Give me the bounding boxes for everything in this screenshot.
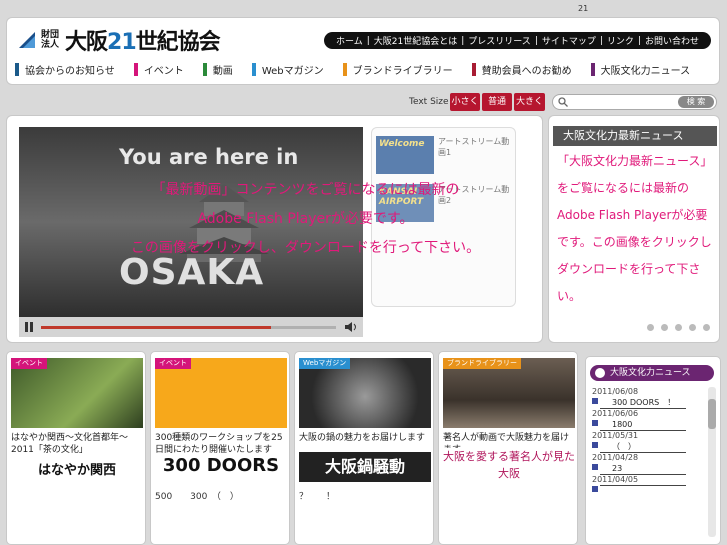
card-tag: ブランドライブラリー	[443, 358, 521, 369]
video-title: You are here in	[119, 145, 299, 169]
page-number: 21	[578, 4, 589, 13]
volume-icon[interactable]	[345, 322, 357, 332]
pause-icon[interactable]	[25, 322, 33, 332]
video-panel[interactable]: You are here in OSAKA Welcome アートストリーム動画…	[6, 115, 543, 343]
card-caption: はなやか関西～文化首都年～2011「茶の文化」	[11, 433, 129, 455]
top-navigation: ホーム | 大阪21世紀協会とは | プレスリリース | サイトマップ | リンク | お…	[323, 32, 711, 49]
text-size-label: Text Size	[409, 97, 449, 107]
video-progress-fill	[41, 326, 272, 329]
card-footer: ？ ！	[299, 492, 336, 502]
video-progress-bar[interactable]	[41, 326, 336, 329]
category-supporting-members[interactable]: 賛助会員へのお勧め	[471, 62, 572, 77]
card-tag: Webマガジン	[299, 358, 351, 369]
text-size-large-button[interactable]: 大きく	[514, 93, 545, 111]
search-box[interactable]: 検 索	[552, 94, 717, 110]
video-controls	[19, 317, 363, 337]
thumb-label: アートストリーム動画1	[438, 137, 510, 157]
logo-small-text: 財団法人	[41, 30, 60, 50]
site-logo[interactable]: 財団法人 大阪21世紀協会	[17, 26, 221, 55]
flash-required-message[interactable]: 「最新動画」コンテンツをご覧になるには最新の Adobe Flash Playe…	[7, 176, 542, 263]
category-video[interactable]: 動画	[202, 62, 233, 77]
video-thumb-1[interactable]: Welcome アートストリーム動画1	[376, 136, 512, 174]
logo-title: 大阪21世紀協会	[65, 30, 221, 55]
content-card[interactable]: ブランドライブラリー 著名人が動画で大阪魅力を届けます 大阪を愛する著名人が見た…	[438, 351, 578, 545]
category-webmagazine[interactable]: Webマガジン	[251, 62, 324, 77]
search-icon	[558, 97, 568, 107]
card-tag: イベント	[11, 358, 47, 369]
nav-about[interactable]: 大阪21世紀協会とは	[370, 34, 461, 47]
category-navigation: 協会からのお知らせ イベント 動画 Webマガジン ブランドライブラリー 賛助会…	[15, 62, 709, 77]
culture-news-list: 大阪文化力ニュース 2011/06/08 300 DOORS ！ 2011/06/…	[585, 356, 721, 545]
nav-contact[interactable]: お問い合わせ	[641, 34, 703, 47]
culture-news-heading: 大阪文化力最新ニュース	[553, 126, 717, 146]
scrollbar-thumb[interactable]	[708, 399, 716, 429]
news-scrollbar[interactable]	[708, 387, 716, 537]
card-logo: 300 DOORS	[155, 454, 287, 484]
content-card[interactable]: イベント 300種類のワークショップを25日間にわたり開催いたします 300 D…	[150, 351, 290, 545]
category-culture-news[interactable]: 大阪文化力ニュース	[590, 62, 690, 77]
news-list: 2011/06/08 300 DOORS ！ 2011/06/06 1800 201…	[590, 387, 702, 497]
content-card[interactable]: Webマガジン 大阪の鍋の魅力をお届けします 大阪鍋騒動 ？ ！	[294, 351, 434, 545]
card-caption: 300種類のワークショップを25日間にわたり開催いたします	[155, 433, 283, 455]
carousel-dot[interactable]	[703, 324, 710, 331]
text-size-normal-button[interactable]: 普通	[482, 93, 512, 111]
nav-home[interactable]: ホーム	[332, 34, 367, 47]
news-item[interactable]: 2011/04/28 23	[590, 453, 702, 475]
card-logo: 大阪鍋騒動	[299, 452, 431, 482]
carousel-dot[interactable]	[661, 324, 668, 331]
carousel-dots	[647, 324, 717, 331]
carousel-dot[interactable]	[647, 324, 654, 331]
culture-news-panel[interactable]: 大阪文化力最新ニュース 「大阪文化力最新ニュース」をご覧になるには最新のAdob…	[548, 115, 720, 343]
card-footer: 500 300 （ ）	[155, 492, 239, 502]
card-logo: はなやか関西	[11, 456, 143, 486]
content-card[interactable]: イベント はなやか関西～文化首都年～2011「茶の文化」 はなやか関西	[6, 351, 146, 545]
category-event[interactable]: イベント	[133, 62, 184, 77]
site-header: 財団法人 大阪21世紀協会 ホーム | 大阪21世紀協会とは | プレスリリース | …	[6, 17, 720, 85]
thumb-image: Welcome	[376, 136, 434, 174]
news-item[interactable]: 2011/06/08 300 DOORS ！	[590, 387, 702, 409]
culture-news-list-heading[interactable]: 大阪文化力ニュース	[590, 365, 714, 381]
carousel-dot[interactable]	[689, 324, 696, 331]
culture-news-flash-message: 「大阪文化力最新ニュース」をご覧になるには最新のAdobe Flash Play…	[557, 154, 713, 303]
news-icon	[595, 368, 605, 378]
card-caption: 大阪の鍋の魅力をお届けします	[299, 433, 426, 443]
carousel-dot[interactable]	[675, 324, 682, 331]
category-news[interactable]: 協会からのお知らせ	[15, 62, 115, 77]
nav-press[interactable]: プレスリリース	[464, 34, 535, 47]
nav-sitemap[interactable]: サイトマップ	[538, 34, 600, 47]
news-item[interactable]: 2011/05/31 （ ）	[590, 431, 702, 453]
search-button[interactable]: 検 索	[678, 96, 714, 108]
category-brand-library[interactable]: ブランドライブラリー	[342, 62, 453, 77]
card-tag: イベント	[155, 358, 191, 369]
news-item[interactable]: 2011/04/05	[590, 475, 702, 497]
news-item[interactable]: 2011/06/06 1800	[590, 409, 702, 431]
card-logo: 大阪を愛する著名人が見た大阪	[443, 448, 575, 486]
logo-mark-icon	[19, 32, 35, 48]
nav-links[interactable]: リンク	[603, 34, 638, 47]
text-size-small-button[interactable]: 小さく	[450, 93, 480, 111]
